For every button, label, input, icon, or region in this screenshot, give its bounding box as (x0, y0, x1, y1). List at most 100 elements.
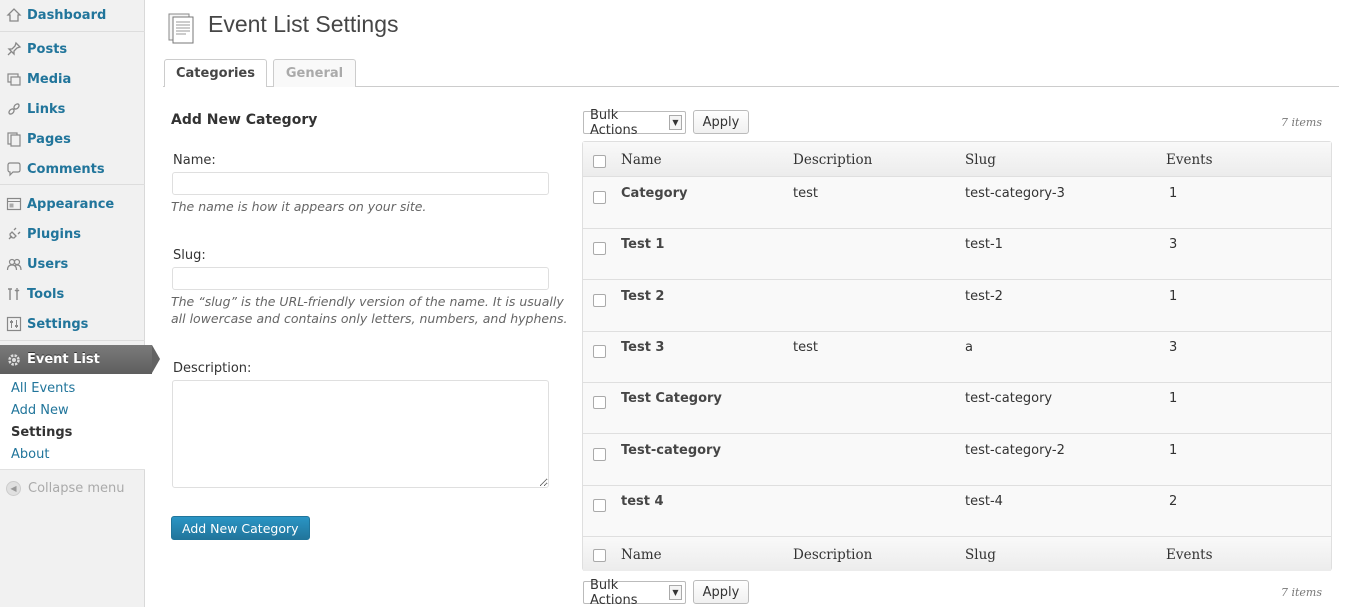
select-all-checkbox[interactable] (593, 155, 606, 168)
row-checkbox[interactable] (593, 191, 606, 204)
category-name-link[interactable]: Category (621, 186, 687, 201)
tools-icon (6, 286, 22, 302)
description-label: Description: (173, 361, 252, 376)
items-count: 7 items (1280, 116, 1322, 129)
category-name-link[interactable]: Test 1 (621, 237, 664, 252)
appearance-icon (6, 196, 22, 212)
menu-item-dashboard[interactable]: Dashboard (0, 0, 145, 30)
form-heading: Add New Category (171, 112, 318, 128)
menu-separator (0, 340, 145, 341)
event-list-submenu: All Events Add New Settings About (0, 374, 145, 470)
menu-item-plugins[interactable]: Plugins (0, 219, 145, 249)
select-all-checkbox-footer[interactable] (593, 549, 606, 562)
row-checkbox[interactable] (593, 396, 606, 410)
link-icon (6, 101, 22, 117)
column-header-description[interactable]: Description (793, 152, 872, 168)
column-footer-slug[interactable]: Slug (965, 547, 996, 563)
apply-button[interactable]: Apply (693, 110, 749, 134)
category-slug: test-2 (965, 288, 1003, 304)
category-events-count: 1 (1169, 186, 1178, 201)
row-checkbox[interactable] (593, 344, 606, 358)
category-slug: test-category (965, 391, 1053, 407)
menu-item-label: Users (27, 256, 69, 272)
category-name-link[interactable]: Test 2 (621, 289, 664, 304)
category-slug: test-4 (965, 493, 1003, 509)
pin-icon (6, 41, 22, 57)
category-name-link[interactable]: Test 3 (621, 340, 664, 355)
submenu-about[interactable]: About (11, 447, 49, 462)
column-header-name[interactable]: Name (621, 152, 662, 168)
category-events-count: 3 (1169, 339, 1178, 355)
column-footer-name[interactable]: Name (621, 547, 662, 563)
menu-item-label: Media (27, 71, 72, 87)
menu-item-label: Dashboard (27, 7, 107, 23)
menu-item-links[interactable]: Links (0, 94, 145, 124)
submenu-add-new[interactable]: Add New (11, 403, 69, 418)
row-checkbox[interactable] (593, 293, 606, 307)
table-row: Test Category test-category 1 (583, 383, 1331, 435)
collapse-arrow-icon: ◀ (6, 481, 21, 496)
table-row: Test 3 test a 3 (583, 331, 1331, 383)
category-name-link[interactable]: Test Category (621, 391, 722, 406)
menu-item-pages[interactable]: Pages (0, 124, 145, 154)
menu-item-tools[interactable]: Tools (0, 279, 145, 309)
settings-page-icon (167, 12, 197, 44)
menu-item-label: Plugins (27, 226, 81, 242)
pages-icon (6, 131, 22, 147)
add-new-category-button[interactable]: Add New Category (171, 516, 310, 540)
category-name-link[interactable]: Test-category (621, 443, 721, 458)
collapse-menu-button[interactable]: ◀ Collapse menu (6, 481, 125, 496)
category-events-count: 3 (1169, 237, 1178, 253)
apply-button-bottom[interactable]: Apply (693, 580, 749, 604)
menu-item-appearance[interactable]: Appearance (0, 189, 145, 219)
bulk-actions-select-bottom[interactable]: Bulk Actions ▼ (583, 578, 686, 607)
plug-icon (6, 226, 22, 242)
chevron-down-icon: ▼ (669, 115, 682, 130)
menu-item-comments[interactable]: Comments (0, 154, 145, 184)
column-header-slug[interactable]: Slug (965, 152, 996, 168)
bulk-actions-select[interactable]: Bulk Actions ▼ (583, 108, 686, 138)
submenu-all-events[interactable]: All Events (11, 381, 75, 396)
tab-categories[interactable]: Categories (164, 59, 267, 87)
menu-item-label: Posts (27, 41, 68, 57)
name-field[interactable] (172, 172, 549, 195)
column-footer-events[interactable]: Events (1166, 547, 1213, 563)
category-description: test (793, 186, 818, 201)
category-slug: a (965, 339, 973, 355)
menu-item-posts[interactable]: Posts (0, 34, 145, 64)
menu-item-media[interactable]: Media (0, 64, 145, 94)
column-footer-description[interactable]: Description (793, 547, 872, 563)
name-hint: The name is how it appears on your site. (171, 199, 427, 214)
table-row: Test 1 test-1 3 (583, 229, 1331, 281)
column-header-events[interactable]: Events (1166, 152, 1213, 168)
slug-label: Slug: (173, 248, 206, 263)
items-count-bottom: 7 items (1280, 586, 1322, 599)
collapse-menu-label: Collapse menu (28, 481, 125, 496)
category-name-link[interactable]: test 4 (621, 494, 664, 509)
row-checkbox[interactable] (593, 447, 606, 461)
table-header: Name Description Slug Events (583, 142, 1331, 177)
tab-general[interactable]: General (273, 59, 356, 87)
category-description: test (793, 339, 818, 355)
chevron-down-icon: ▼ (669, 585, 682, 600)
category-events-count: 1 (1169, 288, 1178, 304)
category-slug: test-category-3 (965, 186, 1065, 201)
page-title: Event List Settings (208, 11, 399, 37)
menu-separator (0, 184, 145, 185)
menu-item-label: Pages (27, 131, 71, 147)
submenu-settings[interactable]: Settings (11, 425, 72, 440)
menu-item-settings[interactable]: Settings (0, 309, 145, 339)
gear-icon (6, 352, 22, 368)
menu-item-label: Settings (27, 316, 89, 332)
media-icon (6, 71, 22, 87)
description-field[interactable] (172, 380, 549, 488)
slug-field[interactable] (172, 267, 549, 290)
menu-item-event-list[interactable]: Event List (0, 345, 160, 374)
bulk-actions-label: Bulk Actions (590, 107, 638, 138)
comment-bubble-icon (6, 161, 22, 177)
row-checkbox[interactable] (593, 242, 606, 256)
menu-item-users[interactable]: Users (0, 249, 145, 279)
category-slug: test-1 (965, 237, 1003, 253)
row-checkbox[interactable] (593, 498, 606, 512)
menu-item-label: Appearance (27, 196, 115, 212)
